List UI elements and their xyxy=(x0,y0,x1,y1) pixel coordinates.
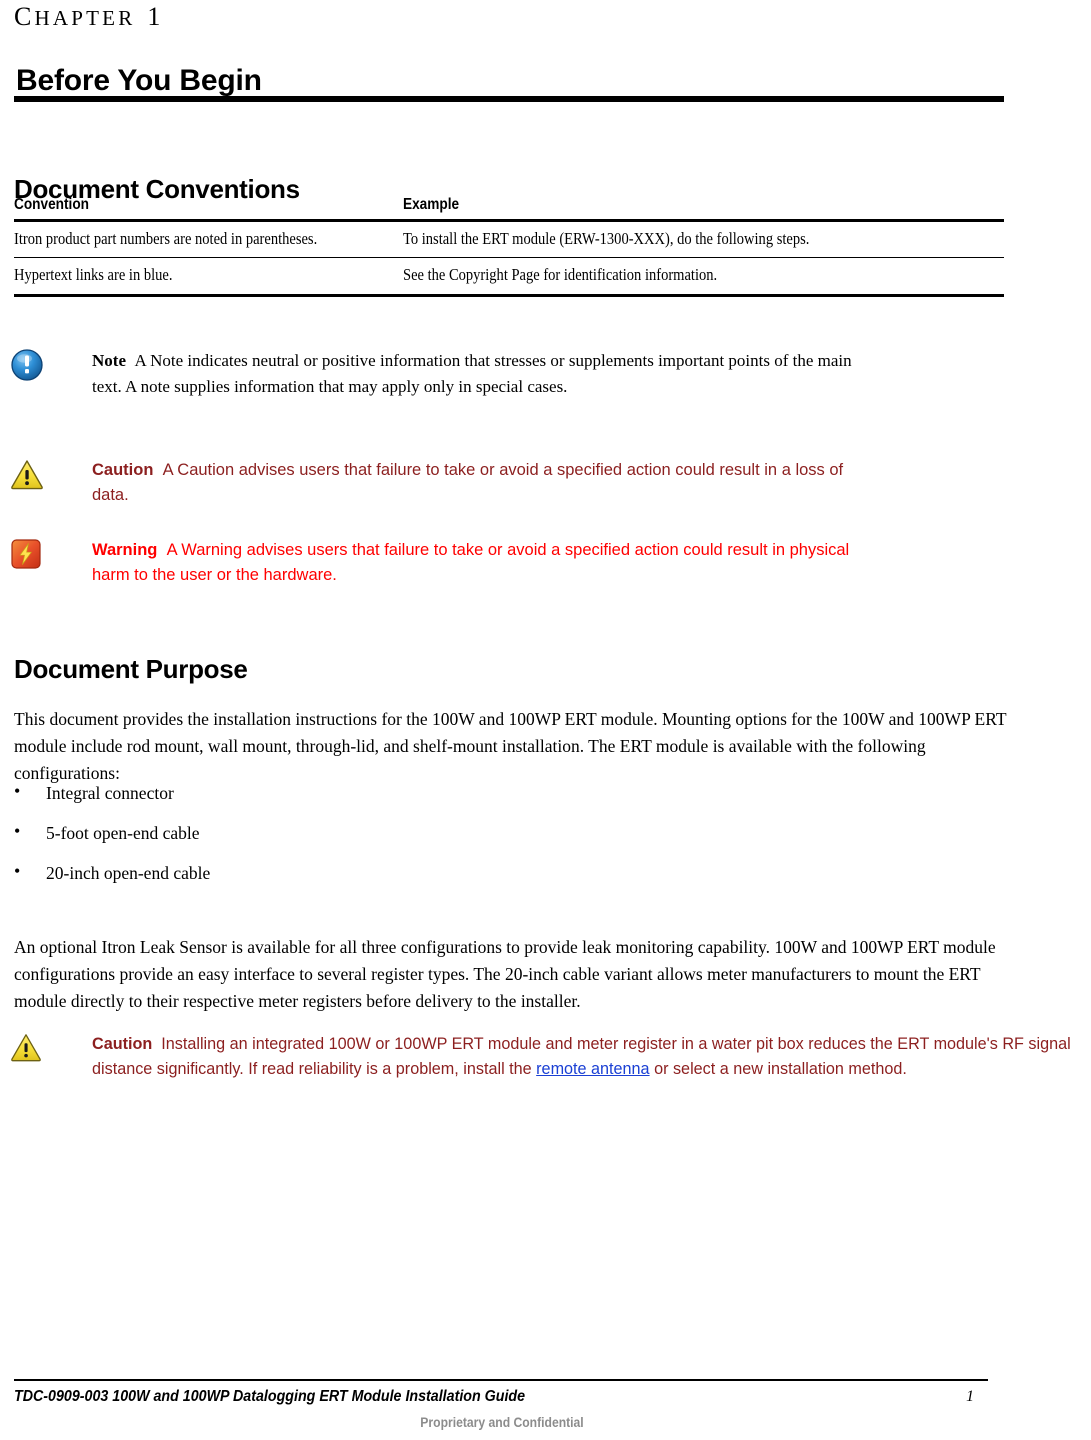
chapter-number: 1 xyxy=(147,2,161,31)
cell-convention-text: Itron product part numbers are noted in … xyxy=(14,229,318,248)
list-item: 5-foot open-end cable xyxy=(14,820,614,844)
warning-admonition: Warning A Warning advises users that fai… xyxy=(10,538,1070,588)
warning-body: A Warning advises users that failure to … xyxy=(92,541,850,584)
chapter-label-first-letter: C xyxy=(14,2,35,31)
column-header-example: Example xyxy=(403,196,932,222)
paragraph-leak-sensor: An optional Itron Leak Sensor is availab… xyxy=(14,936,996,1011)
list-item: Integral connector xyxy=(14,780,614,804)
cell-example: To install the ERT module (ERW-1300-XXX)… xyxy=(403,220,1004,258)
remote-antenna-link[interactable]: remote antenna xyxy=(536,1060,649,1078)
cell-example-text: See the Copyright Page for identificatio… xyxy=(403,265,718,284)
caution-install-label: Caution xyxy=(92,1035,153,1053)
caution-install-body-after: or select a new installation method. xyxy=(649,1060,907,1078)
table-row: Hypertext links are in blue. See the Cop… xyxy=(14,257,1004,297)
cell-convention: Hypertext links are in blue. xyxy=(14,257,403,297)
caution-text: Caution A Caution advises users that fai… xyxy=(92,458,882,508)
note-label: Note xyxy=(92,351,126,370)
footer-divider-rule xyxy=(14,1379,988,1381)
cell-convention-text: Hypertext links are in blue. xyxy=(14,265,173,284)
table-row: Itron product part numbers are noted in … xyxy=(14,220,1004,258)
list-item: 20-inch open-end cable xyxy=(14,860,614,884)
document-page: CHAPTER 1 Before You Begin Document Conve… xyxy=(0,0,1091,1440)
cell-example: See the Copyright Page for identificatio… xyxy=(403,257,1004,297)
column-header-convention: Convention xyxy=(14,196,357,222)
heading-document-purpose: Document Purpose xyxy=(14,653,248,684)
conventions-table: Convention Example Itron product part nu… xyxy=(14,196,1004,297)
info-circle-icon xyxy=(10,348,46,384)
cell-convention: Itron product part numbers are noted in … xyxy=(14,220,403,258)
chapter-label-rest: HAPTER xyxy=(34,6,136,30)
note-admonition: Note A Note indicates neutral or positiv… xyxy=(10,348,1070,400)
note-text: Note A Note indicates neutral or positiv… xyxy=(92,348,852,400)
configurations-list: Integral connector 5-foot open-end cable… xyxy=(14,780,614,902)
note-body: A Note indicates neutral or positive inf… xyxy=(92,351,852,396)
caution-install-admonition: Caution Installing an integrated 100W or… xyxy=(10,1032,1071,1082)
caution-admonition: Caution A Caution advises users that fai… xyxy=(10,458,1070,508)
warning-triangle-icon xyxy=(10,458,46,494)
warning-text: Warning A Warning advises users that fai… xyxy=(92,538,852,588)
cell-example-text: To install the ERT module (ERW-1300-XXX)… xyxy=(403,229,810,248)
caution-install-text: Caution Installing an integrated 100W or… xyxy=(92,1032,1091,1082)
chapter-divider-rule xyxy=(14,96,1004,102)
page-title: Before You Begin xyxy=(16,64,262,98)
paragraph-document-purpose: This document provides the installation … xyxy=(14,708,1007,783)
footer-confidentiality-notice: Proprietary and Confidential xyxy=(420,1415,584,1430)
footer-page-number: 1 xyxy=(966,1388,974,1405)
table-header-row: Convention Example xyxy=(14,196,1004,222)
caution-label: Caution xyxy=(92,461,154,479)
caution-body: A Caution advises users that failure to … xyxy=(92,461,844,504)
warning-label: Warning xyxy=(92,541,158,559)
lightning-bolt-icon xyxy=(10,538,46,574)
warning-triangle-icon xyxy=(10,1032,46,1068)
footer-document-title: TDC-0909-003 100W and 100WP Datalogging … xyxy=(14,1388,526,1405)
chapter-label: CHAPTER 1 xyxy=(14,2,160,32)
